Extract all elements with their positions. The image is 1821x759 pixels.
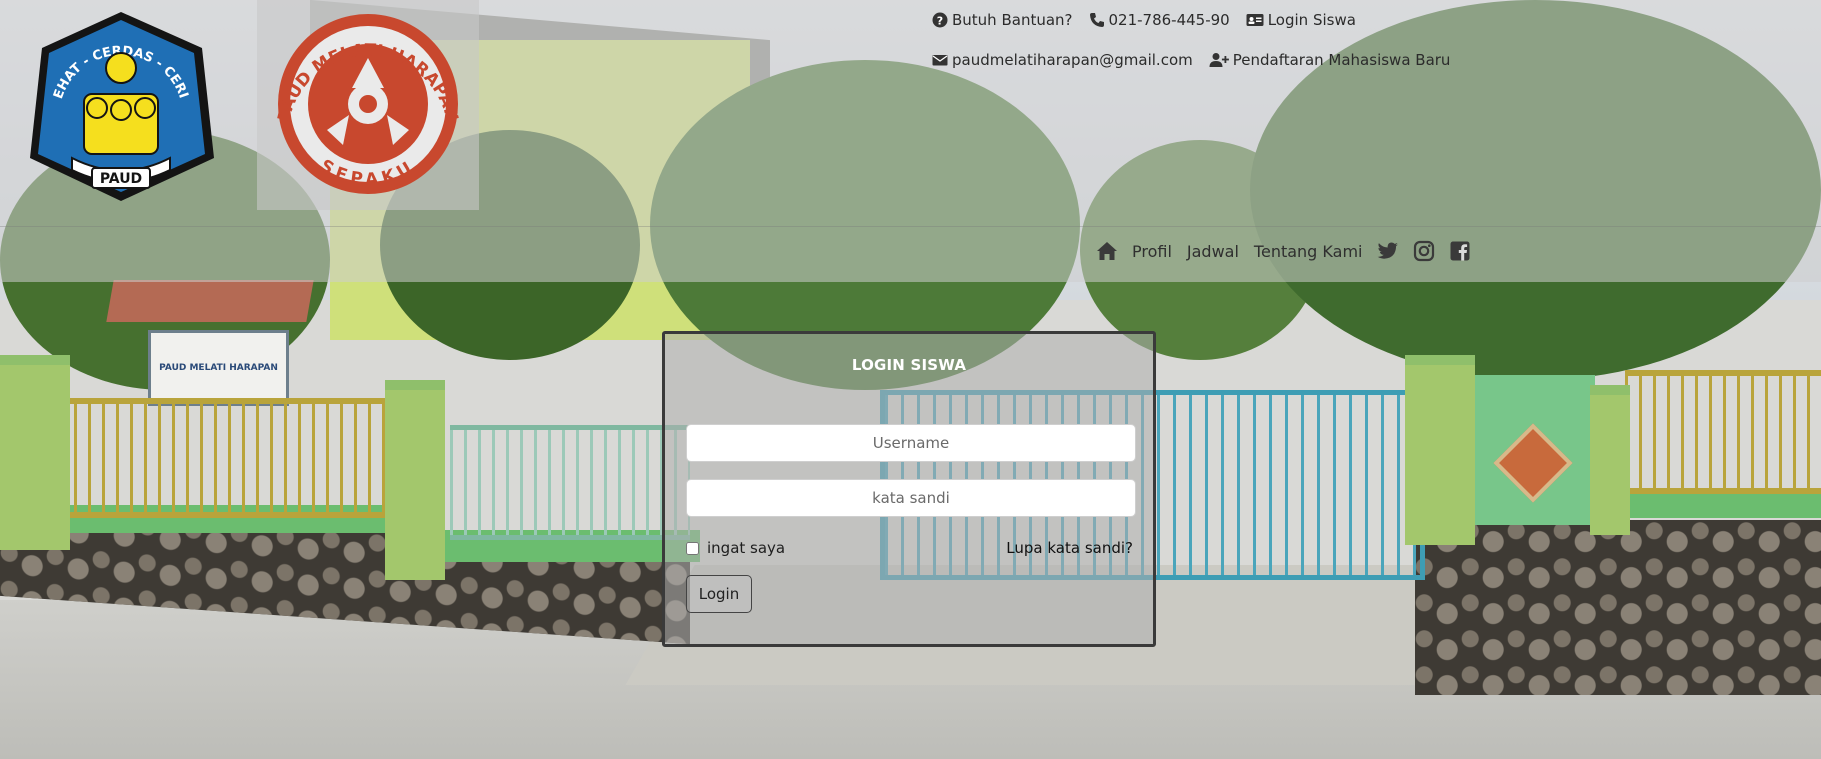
top-contact-row: ? Butuh Bantuan? 021-786-445-90 Login Si… [932, 10, 1372, 30]
shed-roof [106, 280, 314, 322]
home-icon[interactable] [1096, 240, 1118, 262]
phone-number: 021-786-445-90 [1108, 11, 1230, 29]
twitter-icon[interactable] [1377, 240, 1399, 262]
logo-paud-text: PAUD [100, 171, 142, 187]
top-contact-row: paudmelatiharapan@gmail.com Pendaftaran … [932, 50, 1466, 70]
phone-link[interactable]: 021-786-445-90 [1089, 11, 1230, 29]
signboard-text: PAUD MELATI HARAPAN [159, 363, 278, 373]
fence-railing [60, 398, 390, 518]
student-login-label: Login Siswa [1267, 11, 1356, 29]
student-login-link[interactable]: Login Siswa [1246, 11, 1356, 29]
forgot-password-link[interactable]: Lupa kata sandi? [1006, 539, 1133, 557]
phone-icon [1089, 13, 1104, 27]
main-nav: Profil Jadwal Tentang Kami [1096, 240, 1485, 262]
email-address: paudmelatiharapan@gmail.com [952, 51, 1193, 69]
fence-pillar [385, 380, 445, 580]
help-link-label: Butuh Bantuan? [952, 11, 1073, 29]
school-signboard: PAUD MELATI HARAPAN [148, 330, 289, 406]
facebook-icon[interactable] [1449, 240, 1471, 262]
instagram-icon[interactable] [1413, 240, 1435, 262]
remember-me[interactable]: ingat saya [686, 539, 785, 557]
stone-wall [1415, 520, 1821, 695]
email-link[interactable]: paudmelatiharapan@gmail.com [932, 51, 1193, 69]
header-divider [0, 226, 1821, 227]
login-title: LOGIN SISWA [851, 356, 967, 374]
svg-text:?: ? [937, 15, 943, 28]
remember-me-label: ingat saya [707, 539, 786, 557]
registration-label: Pendaftaran Mahasiswa Baru [1232, 51, 1451, 69]
username-input[interactable] [686, 424, 1136, 462]
registration-link[interactable]: Pendaftaran Mahasiswa Baru [1209, 51, 1451, 69]
user-plus-icon [1209, 53, 1229, 67]
login-button[interactable]: Login [686, 575, 752, 613]
remember-me-checkbox[interactable] [686, 541, 699, 555]
tut-wuri-paud-logo[interactable]: SEHAT - CERDAS - CERIA PAUD [17, 0, 220, 205]
envelope-icon [932, 55, 948, 66]
fence-pillar [1590, 385, 1630, 535]
nav-link-tentang-kami[interactable]: Tentang Kami [1254, 242, 1363, 261]
fence-railing [450, 425, 690, 540]
question-circle-icon: ? [932, 12, 948, 28]
login-card: LOGIN SISWA ingat saya Lupa kata sandi? … [662, 331, 1156, 647]
nav-link-jadwal[interactable]: Jadwal [1187, 242, 1239, 261]
fence-pillar [1405, 355, 1475, 545]
id-card-icon [1246, 14, 1264, 26]
fence-railing [1625, 370, 1821, 494]
paud-melati-harapan-logo[interactable]: PAUD MELATI HARAPAN SEPAKU [257, 0, 479, 210]
password-input[interactable] [686, 479, 1136, 517]
help-link[interactable]: ? Butuh Bantuan? [932, 11, 1073, 29]
fence-pillar [0, 355, 70, 550]
nav-link-profil[interactable]: Profil [1132, 242, 1172, 261]
